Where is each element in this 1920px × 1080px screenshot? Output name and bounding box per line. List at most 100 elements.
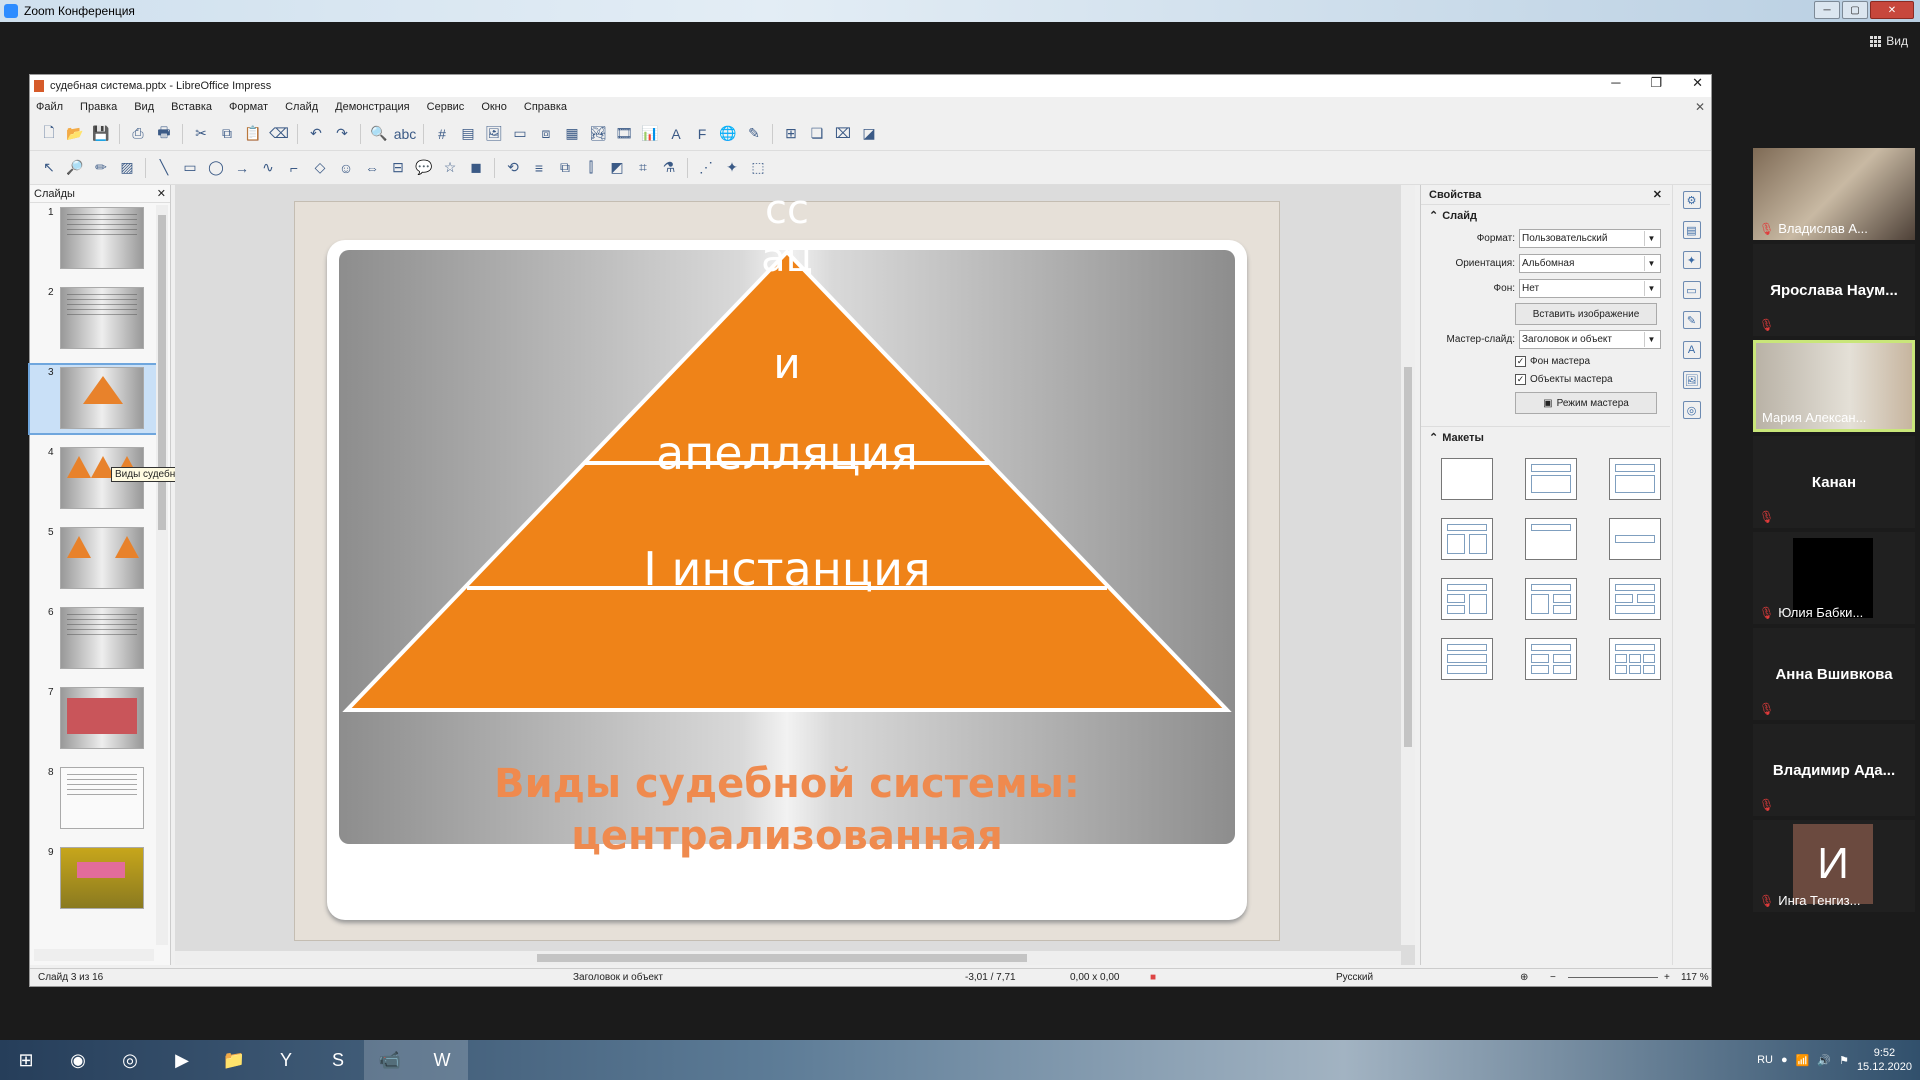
line-icon[interactable]: ╲ — [153, 157, 175, 179]
cut-icon[interactable]: ✂ — [190, 123, 212, 145]
fill-color-icon[interactable]: ▨ — [116, 157, 138, 179]
rectangle-icon[interactable]: ▭ — [179, 157, 201, 179]
status-zoom[interactable]: 117 % — [1681, 972, 1709, 983]
slide-transition-icon[interactable]: ✦ — [1682, 251, 1701, 269]
points-icon[interactable]: ⋰ — [695, 157, 717, 179]
slide-thumbnail[interactable]: 9 — [30, 845, 160, 913]
media-icon[interactable]: 🎞 — [613, 123, 635, 145]
slide-thumbnail[interactable]: 1 — [30, 205, 160, 273]
layout-title-content-2content[interactable] — [1525, 578, 1577, 620]
grid-icon[interactable]: # — [431, 123, 453, 145]
slides-horizontal-scrollbar[interactable] — [34, 949, 154, 961]
explorer-icon[interactable]: 📁 — [208, 1040, 260, 1080]
duplicate-slide-icon[interactable]: ⧈ — [535, 123, 557, 145]
participant-tile[interactable]: 🎙 Владислав А... — [1753, 148, 1915, 240]
slide-thumbnail-selected[interactable]: 3 — [28, 363, 162, 435]
master-slides-icon[interactable]: ✎ — [1682, 311, 1701, 329]
flag-icon[interactable]: ⚑ — [1839, 1054, 1849, 1067]
input-language[interactable]: RU — [1757, 1054, 1773, 1066]
fontwork-icon[interactable]: F — [691, 123, 713, 145]
new-slide-icon[interactable]: ▭ — [509, 123, 531, 145]
ellipse-icon[interactable]: ◯ — [205, 157, 227, 179]
filter-icon[interactable]: ⚗ — [658, 157, 680, 179]
distribute-icon[interactable]: ⫿ — [580, 157, 602, 179]
callouts-icon[interactable]: 💬 — [413, 157, 435, 179]
menu-file[interactable]: Файл — [36, 101, 63, 113]
print-icon[interactable]: 🖶 — [153, 123, 175, 145]
layout-title-content-2[interactable] — [1609, 458, 1661, 500]
layout-title-content-over-content[interactable] — [1441, 638, 1493, 680]
layout-title-2content-content[interactable] — [1441, 578, 1493, 620]
duplicate-icon[interactable]: ❏ — [806, 123, 828, 145]
display-views-icon[interactable]: ▤ — [457, 123, 479, 145]
master-mode-button[interactable]: ▣ Режим мастера — [1515, 392, 1657, 414]
orientation-select[interactable]: Альбомная ▼ — [1519, 254, 1661, 273]
close-button[interactable]: ✕ — [1870, 1, 1914, 19]
sidebar-settings-icon[interactable]: ⚙ — [1682, 191, 1701, 209]
menu-edit[interactable]: Правка — [80, 101, 117, 113]
sidebar-close-icon[interactable]: ✕ — [1653, 188, 1662, 201]
connectors-icon[interactable]: ⌐ — [283, 157, 305, 179]
participant-tile[interactable]: Канан 🎙 — [1753, 436, 1915, 528]
toggle-extrusion-icon[interactable]: ⬚ — [747, 157, 769, 179]
shadow-icon[interactable]: ◪ — [858, 123, 880, 145]
menu-window[interactable]: Окно — [481, 101, 507, 113]
layout-blank[interactable] — [1441, 458, 1493, 500]
participant-tile[interactable]: Владимир Ада... 🎙 — [1753, 724, 1915, 816]
slide-canvas[interactable]: сс ац и апелляция I инстанция Виды судеб… — [294, 188, 1280, 941]
redo-icon[interactable]: ↷ — [331, 123, 353, 145]
slides-vertical-scrollbar[interactable] — [156, 205, 168, 945]
word-icon[interactable]: W — [416, 1040, 468, 1080]
clear-format-icon[interactable]: ⌫ — [268, 123, 290, 145]
line-color-icon[interactable]: ✏ — [90, 157, 112, 179]
delete-icon[interactable]: ⌧ — [832, 123, 854, 145]
find-replace-icon[interactable]: 🔍 — [368, 123, 390, 145]
insert-image-icon[interactable]: 🏞 — [587, 123, 609, 145]
export-pdf-icon[interactable]: ⎙ — [127, 123, 149, 145]
new-icon[interactable]: 🗋 — [38, 123, 60, 145]
basic-shapes-icon[interactable]: ◇ — [309, 157, 331, 179]
arrange-icon[interactable]: ⧉ — [554, 157, 576, 179]
table-icon[interactable]: ▦ — [561, 123, 583, 145]
format-select[interactable]: Пользовательский ▼ — [1519, 229, 1661, 248]
insert-frame-icon[interactable]: ⊞ — [780, 123, 802, 145]
navigator-icon[interactable]: ◎ — [1682, 401, 1701, 419]
draw-functions-icon[interactable]: ✎ — [743, 123, 765, 145]
skype-icon[interactable]: S — [312, 1040, 364, 1080]
volume-icon[interactable]: 🔊 — [1817, 1054, 1831, 1067]
master-objects-checkbox[interactable]: ✓ Объекты мастера — [1515, 370, 1670, 388]
block-arrows-icon[interactable]: ⇔ — [361, 157, 383, 179]
taskbar-app-icon[interactable]: ◉ — [52, 1040, 104, 1080]
zoom-tray-icon[interactable]: ● — [1781, 1054, 1788, 1066]
clock[interactable]: 9:52 15.12.2020 — [1857, 1046, 1912, 1074]
hyperlink-icon[interactable]: 🌐 — [717, 123, 739, 145]
zoom-out-icon[interactable]: − — [1550, 972, 1556, 983]
slide-thumbnail[interactable]: 7 — [30, 685, 160, 753]
edit-horizontal-scrollbar[interactable] — [175, 951, 1401, 965]
lines-arrows-icon[interactable]: → — [231, 157, 253, 179]
gallery-icon[interactable]: 🖼 — [1682, 371, 1701, 389]
slide-thumbnail[interactable]: 6 — [30, 605, 160, 673]
lo-restore-button[interactable]: ❐ — [1650, 75, 1662, 91]
layout-title-2content-over[interactable] — [1609, 578, 1661, 620]
layout-title-only[interactable] — [1525, 518, 1577, 560]
align-icon[interactable]: ≡ — [528, 157, 550, 179]
shadow-toggle-icon[interactable]: ◩ — [606, 157, 628, 179]
textbox-icon[interactable]: A — [665, 123, 687, 145]
edit-vertical-scrollbar[interactable] — [1401, 185, 1415, 945]
layout-centered-text[interactable] — [1609, 518, 1661, 560]
layout-title-6content[interactable] — [1609, 638, 1661, 680]
glue-points-icon[interactable]: ✦ — [721, 157, 743, 179]
background-select[interactable]: Нет ▼ — [1519, 279, 1661, 298]
copy-icon[interactable]: ⧉ — [216, 123, 238, 145]
zoom-slider[interactable] — [1568, 977, 1658, 978]
maximize-button[interactable]: ▢ — [1842, 1, 1868, 19]
layout-title-4content[interactable] — [1525, 638, 1577, 680]
flowchart-icon[interactable]: ⊟ — [387, 157, 409, 179]
layout-title-2content[interactable] — [1441, 518, 1493, 560]
menu-format[interactable]: Формат — [229, 101, 268, 113]
select-arrow-icon[interactable]: ↖ — [38, 157, 60, 179]
lo-close-button[interactable]: ✕ — [1692, 75, 1703, 91]
3d-objects-icon[interactable]: ◼ — [465, 157, 487, 179]
styles-icon[interactable]: A — [1682, 341, 1701, 359]
